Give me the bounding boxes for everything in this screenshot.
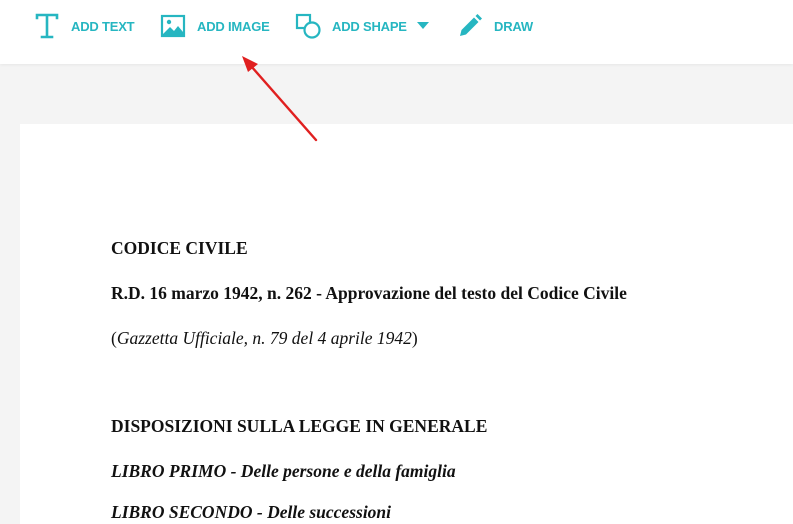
book-one-title: LIBRO PRIMO xyxy=(111,461,227,481)
book-two-title: LIBRO SECONDO xyxy=(111,502,253,522)
image-icon xyxy=(159,12,187,40)
text-icon xyxy=(33,12,61,40)
add-image-label: ADD IMAGE xyxy=(197,18,270,34)
add-shape-label: ADD SHAPE xyxy=(332,18,407,34)
add-image-button[interactable]: ADD IMAGE xyxy=(159,10,270,42)
gazette-citation: Gazzetta Ufficiale, n. 79 del 4 aprile 1… xyxy=(116,328,412,348)
editor-toolbar: ADD TEXT ADD IMAGE ADD SHAPE DRAW xyxy=(0,0,793,64)
pencil-icon xyxy=(456,12,484,40)
draw-button[interactable]: DRAW xyxy=(456,10,533,42)
book-two-subtitle: - Delle successioni xyxy=(252,502,392,522)
add-text-button[interactable]: ADD TEXT xyxy=(33,10,135,42)
shape-icon xyxy=(294,12,322,40)
draw-label: DRAW xyxy=(494,18,533,34)
book-one-subtitle: - Delle persone e della famiglia xyxy=(226,461,456,481)
document-book-one: LIBRO PRIMO - Delle persone e della fami… xyxy=(111,461,456,482)
document-decree: R.D. 16 marzo 1942, n. 262 - Approvazion… xyxy=(111,283,627,303)
add-text-label: ADD TEXT xyxy=(71,18,135,34)
gazette-close-paren: ) xyxy=(411,328,418,348)
document-gazette: (Gazzetta Ufficiale, n. 79 del 4 aprile … xyxy=(111,328,418,349)
add-shape-button[interactable]: ADD SHAPE xyxy=(294,10,429,42)
document-title: CODICE CIVILE xyxy=(111,238,248,258)
document-section-heading: DISPOSIZIONI SULLA LEGGE IN GENERALE xyxy=(111,416,488,436)
chevron-down-icon[interactable] xyxy=(416,22,429,30)
document-book-two: LIBRO SECONDO - Delle successioni xyxy=(111,502,391,523)
document-page[interactable]: CODICE CIVILE R.D. 16 marzo 1942, n. 262… xyxy=(20,124,793,524)
